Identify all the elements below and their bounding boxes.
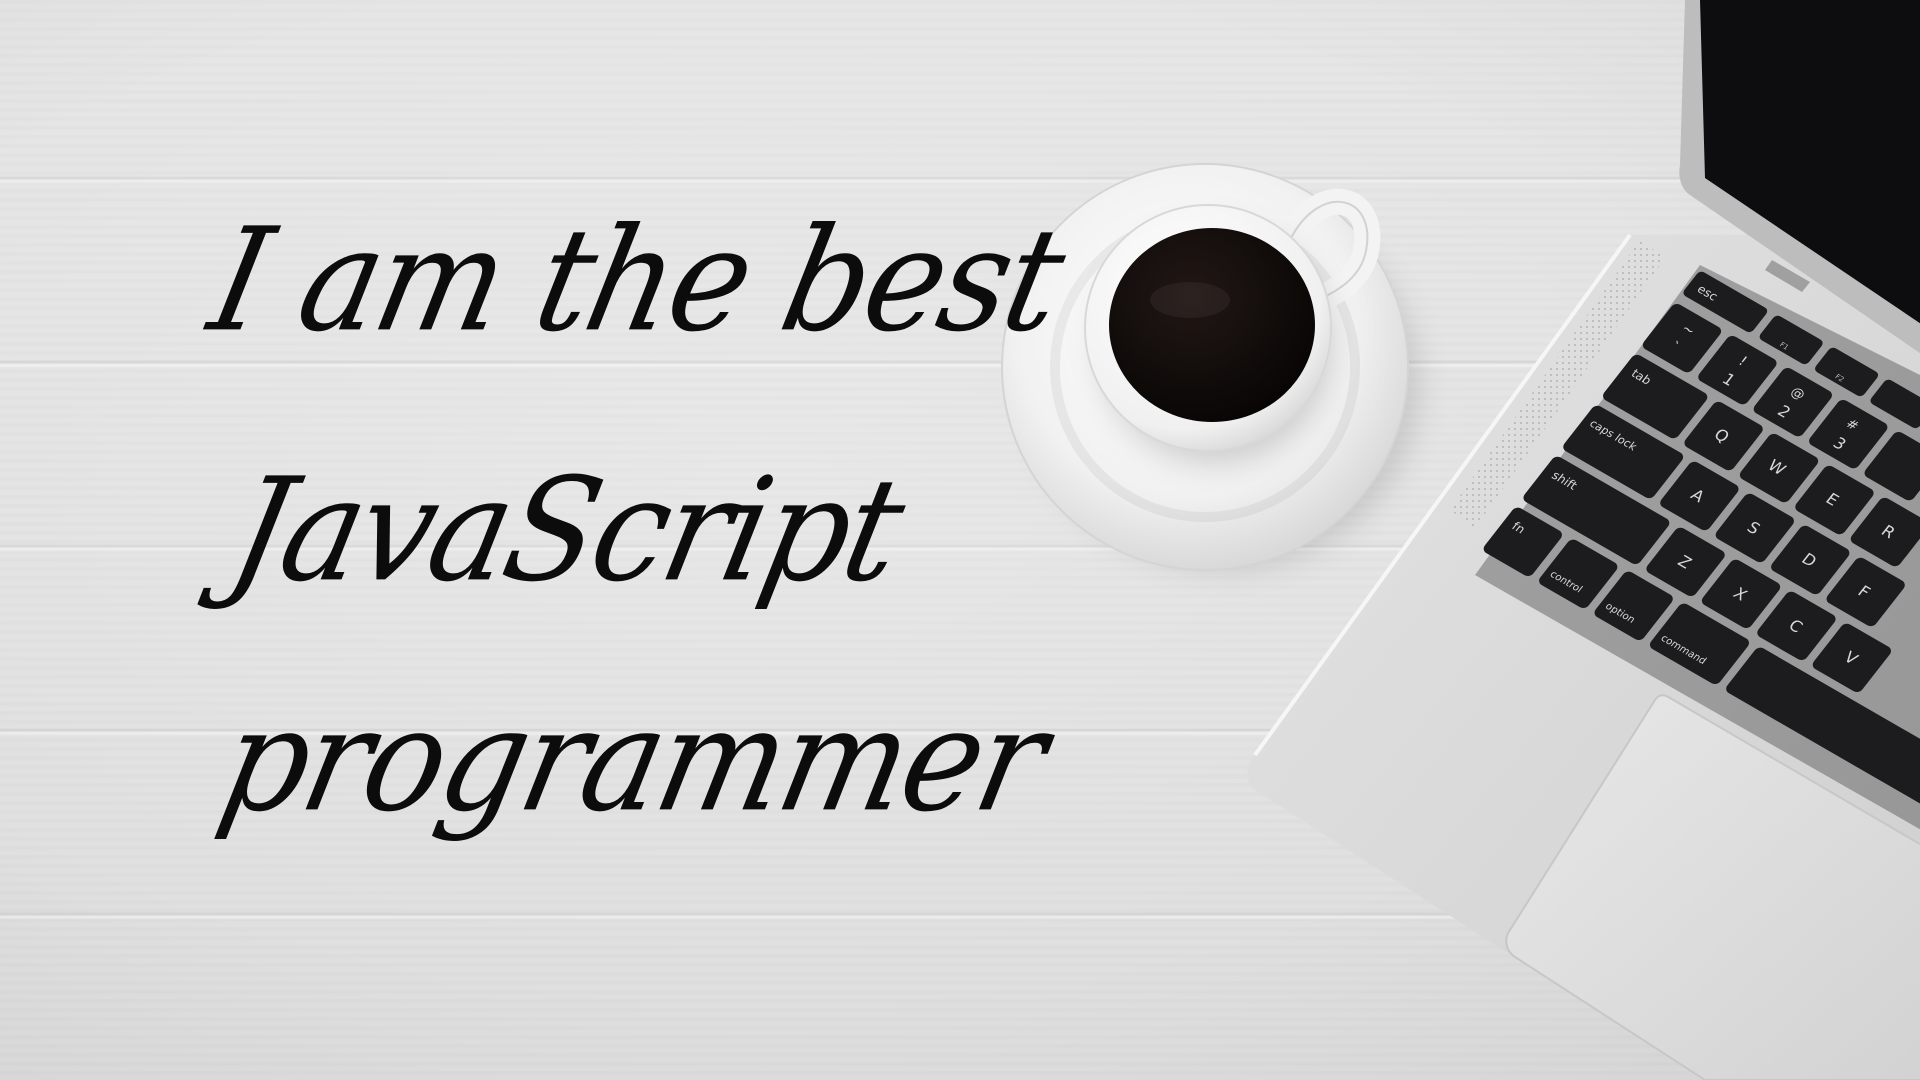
coffee-surface <box>1109 228 1315 422</box>
quote-line-1: I am the best <box>197 197 1076 364</box>
photo-background: esc F1 F2 ~ ` ! 1 @ 2 # 3 tab Q W E R ca… <box>0 0 1920 1080</box>
quote-line-3: programmer <box>207 677 1058 844</box>
quote-line-2: JavaScript <box>217 447 915 614</box>
coffee-highlight <box>1150 282 1230 318</box>
